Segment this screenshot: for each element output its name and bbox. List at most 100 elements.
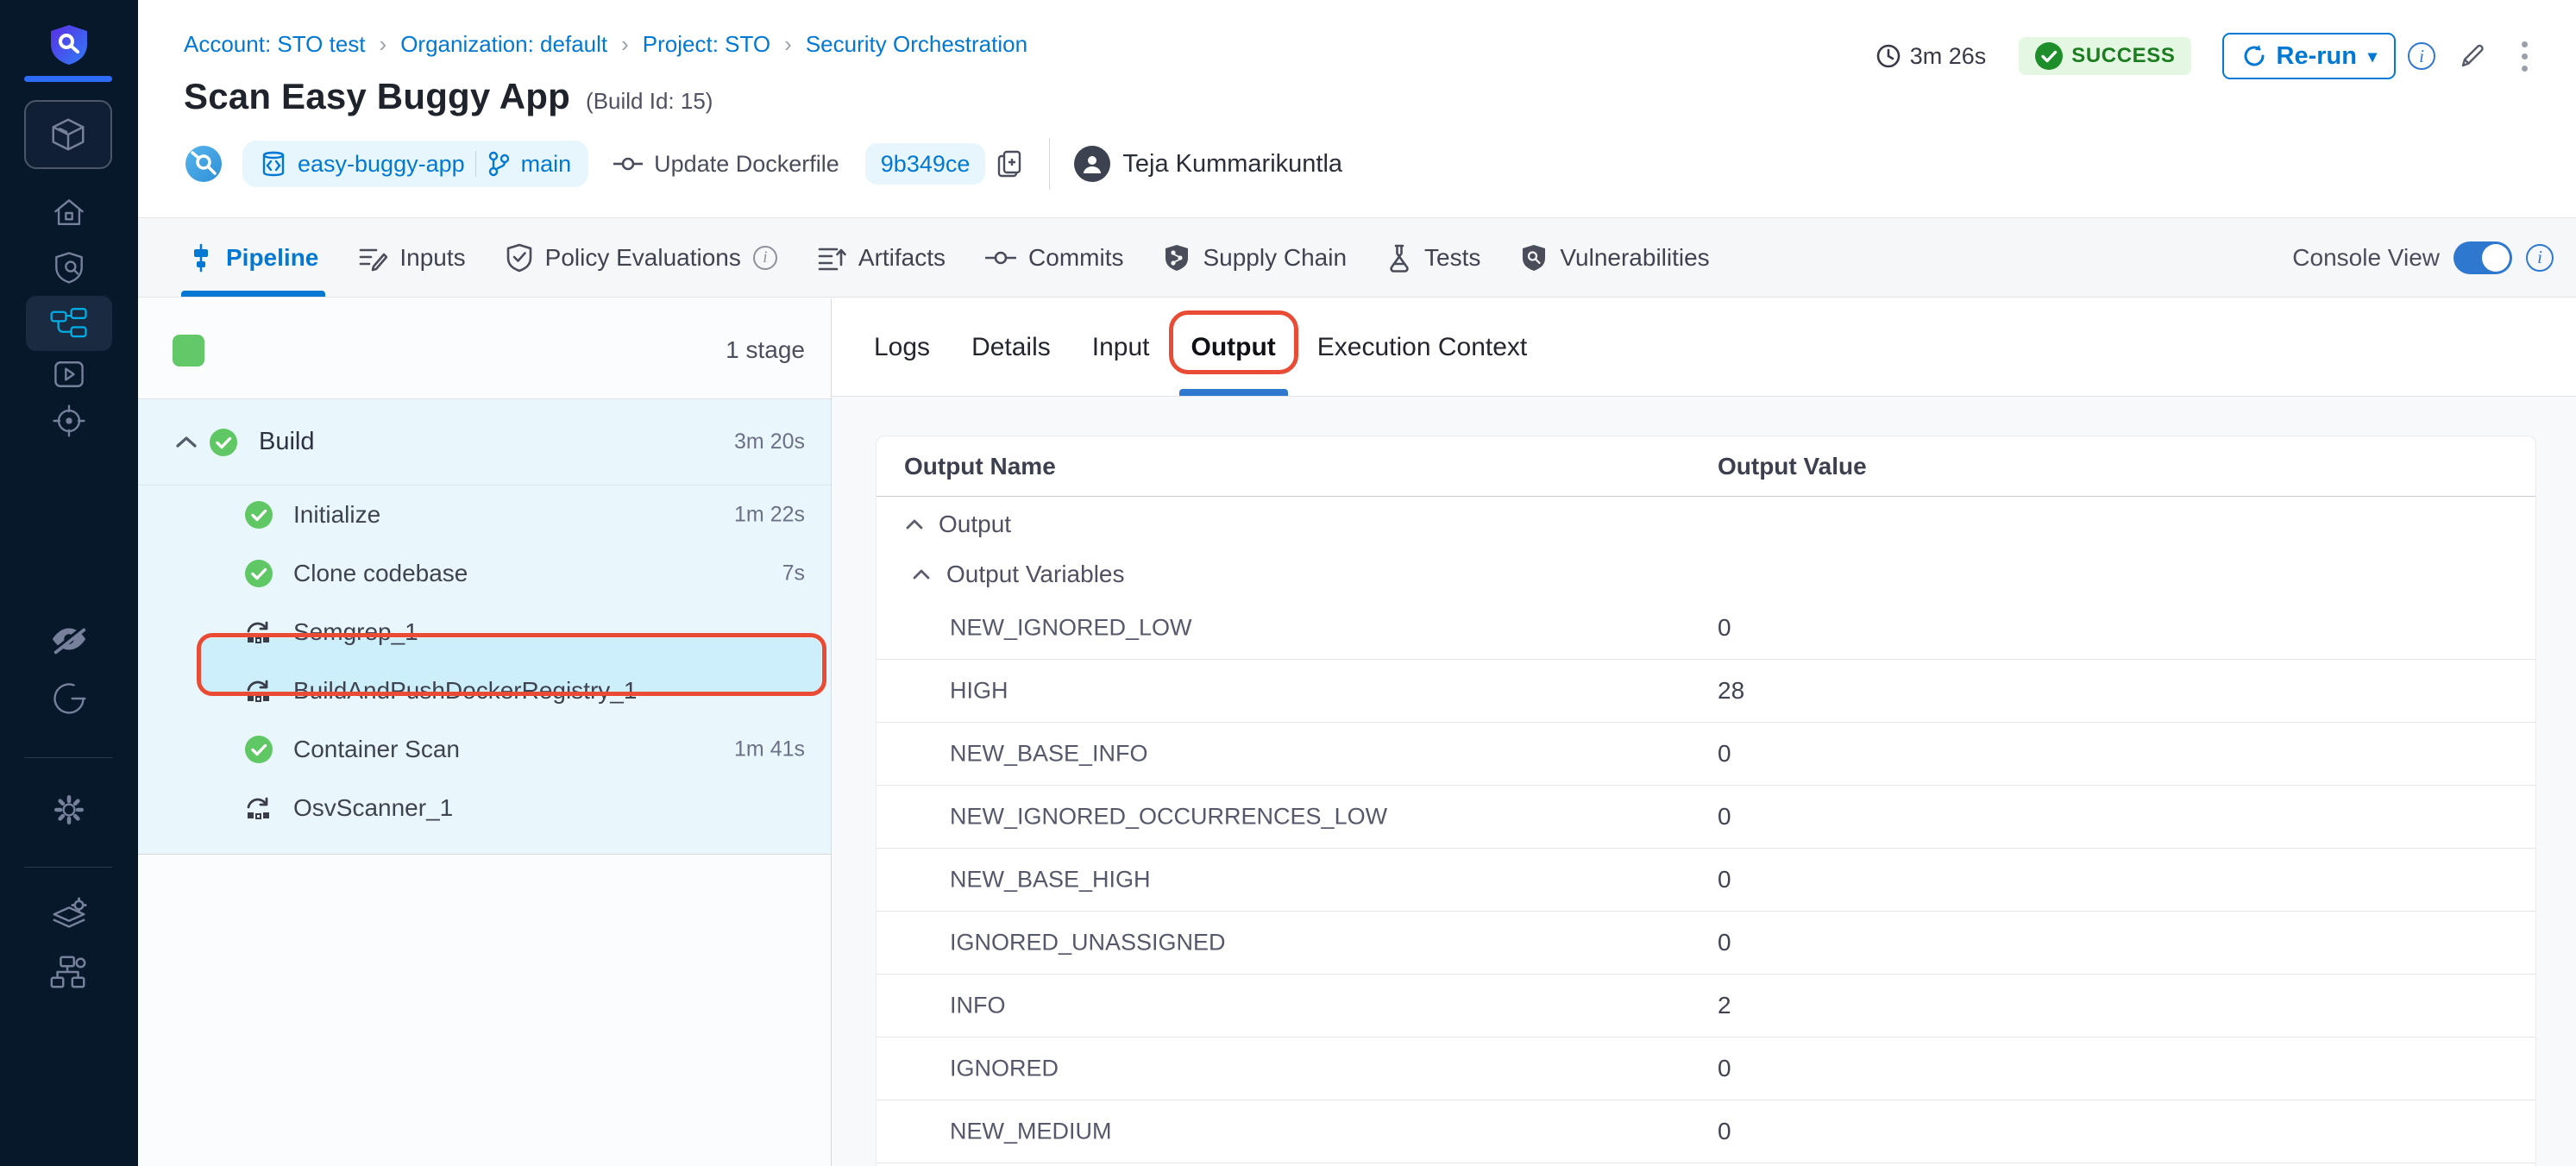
output-value: 0	[1718, 1055, 1731, 1082]
tab-label: Supply Chain	[1203, 244, 1347, 272]
breadcrumb-org[interactable]: Organization: default	[400, 31, 607, 58]
clock-icon	[1875, 43, 1901, 69]
nav-test-targets[interactable]	[26, 393, 112, 448]
table-row: HIGH 28	[876, 660, 2535, 723]
inputs-icon	[358, 244, 387, 272]
success-check-icon	[244, 735, 273, 764]
breadcrumb-separator: ›	[380, 31, 387, 58]
execution-tabbar: Pipeline Inputs Policy Evaluations i Art	[138, 217, 2576, 298]
tab-execution-context[interactable]: Execution Context	[1317, 298, 1527, 396]
table-row: NEW_IGNORED_OCCURRENCES_LOW 0	[876, 786, 2535, 849]
module-selector-button[interactable]	[24, 100, 112, 169]
sto-logo-icon[interactable]	[49, 24, 89, 70]
pipeline-info-button[interactable]: i	[2408, 42, 2435, 70]
branch-name-link[interactable]: main	[521, 151, 572, 178]
table-row: NEW_IGNORED_LOW 0	[876, 597, 2535, 660]
output-table-card: Output Name Output Value Output Output V…	[876, 436, 2536, 1166]
commit-message[interactable]: Update Dockerfile	[654, 151, 839, 178]
nav-exemptions[interactable]	[26, 611, 112, 667]
tab-artifacts[interactable]: Artifacts	[817, 218, 946, 297]
rerun-caret-icon[interactable]: ▾	[2368, 46, 2377, 67]
shield-search-icon	[50, 248, 88, 286]
status-badge: SUCCESS	[2019, 37, 2190, 75]
output-value: 0	[1718, 866, 1731, 893]
output-name: HIGH	[950, 678, 1008, 705]
tab-inputs[interactable]: Inputs	[358, 218, 465, 297]
console-view-toggle[interactable]	[2453, 241, 2512, 274]
copy-icon[interactable]	[996, 148, 1025, 179]
step-row-initialize[interactable]: Initialize 1m 22s	[138, 486, 831, 544]
more-options-button[interactable]	[2522, 41, 2528, 72]
nav-getting-started[interactable]	[26, 671, 112, 726]
tab-tests[interactable]: Tests	[1386, 218, 1480, 297]
page-title: Scan Easy Buggy App	[184, 76, 570, 117]
tab-details[interactable]: Details	[971, 298, 1051, 396]
chevron-up-icon[interactable]	[912, 568, 931, 580]
tab-logs[interactable]: Logs	[874, 298, 930, 396]
commit-sha-pill[interactable]: 9b349ce	[865, 143, 986, 185]
step-row-osvscanner[interactable]: OsvScanner_1	[138, 779, 831, 837]
output-name: IGNORED	[950, 1056, 1059, 1082]
nav-org-setup[interactable]	[26, 944, 112, 1000]
console-view-label: Console View	[2292, 244, 2440, 272]
output-value: 0	[1718, 740, 1731, 768]
step-group-icon	[244, 794, 272, 822]
page-header: Account: STO test › Organization: defaul…	[138, 0, 2576, 217]
tab-output[interactable]: Output	[1191, 298, 1276, 396]
console-view-info-icon[interactable]: i	[2526, 244, 2554, 272]
success-check-icon	[2034, 41, 2064, 71]
group-row-output[interactable]: Output	[876, 497, 2535, 552]
status-label: SUCCESS	[2071, 44, 2175, 68]
output-name: IGNORED_UNASSIGNED	[950, 930, 1226, 956]
tab-vulnerabilities[interactable]: Vulnerabilities	[1520, 218, 1709, 297]
cube-icon	[48, 115, 88, 154]
stage-status-square[interactable]	[173, 335, 204, 367]
step-row-build-and-push[interactable]: BuildAndPushDockerRegistry_1	[138, 661, 831, 720]
rerun-button[interactable]: Re-run ▾	[2222, 33, 2397, 79]
output-value: 28	[1718, 677, 1744, 705]
step-name: Initialize	[293, 501, 380, 529]
commit-sha: 9b349ce	[881, 151, 971, 178]
edit-pipeline-button[interactable]	[2458, 41, 2487, 71]
target-icon	[50, 402, 88, 440]
breadcrumb-module[interactable]: Security Orchestration	[806, 31, 1027, 58]
nav-project-setup[interactable]	[26, 888, 112, 943]
step-name: Semgrep_1	[293, 618, 418, 646]
policy-info-icon[interactable]: i	[753, 246, 777, 270]
layers-gear-icon	[49, 896, 89, 936]
build-stage-group: Build 3m 20s Initialize 1m 22s Clo	[138, 399, 831, 855]
active-tab-underline	[1179, 389, 1288, 396]
table-row: NEW_MEDIUM 0	[876, 1100, 2535, 1163]
nav-overview[interactable]	[26, 240, 112, 295]
repo-name-link[interactable]: easy-buggy-app	[298, 151, 465, 178]
breadcrumb-account[interactable]: Account: STO test	[184, 31, 366, 58]
nav-pipelines[interactable]	[26, 296, 112, 351]
shield-magnifier-icon	[1520, 243, 1548, 273]
trigger-icon	[184, 144, 223, 184]
tab-input[interactable]: Input	[1092, 298, 1150, 396]
table-row: IGNORED_UNASSIGNED 0	[876, 912, 2535, 975]
stage-count-label: 1 stage	[726, 336, 805, 364]
tab-policy-evaluations[interactable]: Policy Evaluations i	[506, 218, 777, 297]
toggle-knob	[2482, 244, 2510, 272]
step-row-semgrep[interactable]: Semgrep_1	[138, 603, 831, 661]
tab-pipeline[interactable]: Pipeline	[188, 218, 318, 297]
step-row-clone-codebase[interactable]: Clone codebase 7s	[138, 544, 831, 603]
chevron-up-icon[interactable]	[905, 518, 924, 530]
collapse-chevron-icon[interactable]	[174, 435, 198, 450]
group-row-output-variables[interactable]: Output Variables	[876, 552, 2535, 597]
tab-label: Details	[971, 333, 1051, 362]
info-icon: i	[2408, 42, 2435, 70]
tab-commits[interactable]: Commits	[985, 218, 1123, 297]
step-row-container-scan[interactable]: Container Scan 1m 41s	[138, 720, 831, 779]
tab-supply-chain[interactable]: Supply Chain	[1163, 218, 1347, 297]
build-stage-row[interactable]: Build 3m 20s	[138, 399, 831, 486]
table-row: NEW_BASE_HIGH 0	[876, 849, 2535, 912]
nav-home[interactable]	[26, 185, 112, 241]
breadcrumb-project[interactable]: Project: STO	[643, 31, 770, 58]
output-name: NEW_IGNORED_OCCURRENCES_LOW	[950, 804, 1387, 831]
refresh-icon	[2241, 43, 2267, 69]
pipeline-tab-icon	[188, 243, 214, 273]
nav-settings[interactable]	[26, 782, 112, 837]
header-actions: 3m 26s SUCCESS Re-run ▾ i	[1875, 33, 2528, 79]
